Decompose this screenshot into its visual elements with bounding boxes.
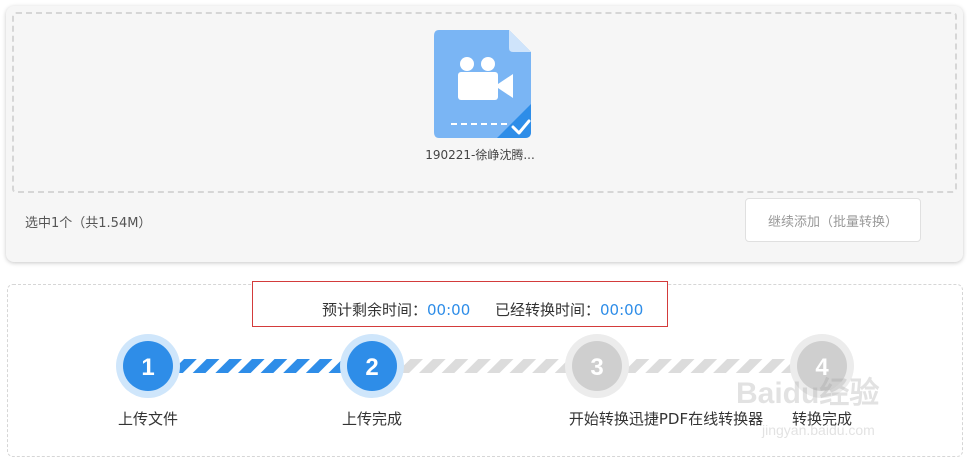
- progress-steps: 1 2 3 4: [116, 334, 854, 398]
- step-connector-2: [372, 359, 597, 373]
- step-4-number: 4: [815, 354, 829, 381]
- step-1-number: 1: [141, 354, 154, 381]
- step-2: 2: [340, 334, 404, 398]
- step-3: 3: [565, 334, 629, 398]
- step-1-label: 上传文件: [117, 410, 179, 428]
- step-connector-1: [148, 359, 372, 373]
- step-4: 4: [790, 334, 854, 398]
- step-3-number: 3: [590, 354, 603, 381]
- step-2-number: 2: [365, 354, 378, 381]
- step-4-label: 转换完成: [791, 410, 853, 428]
- step-1: 1: [116, 334, 180, 398]
- step-3-label: 开始转换迅捷PDF在线转换器: [568, 410, 764, 428]
- step-2-label: 上传完成: [341, 410, 403, 428]
- step-connector-3: [597, 359, 822, 373]
